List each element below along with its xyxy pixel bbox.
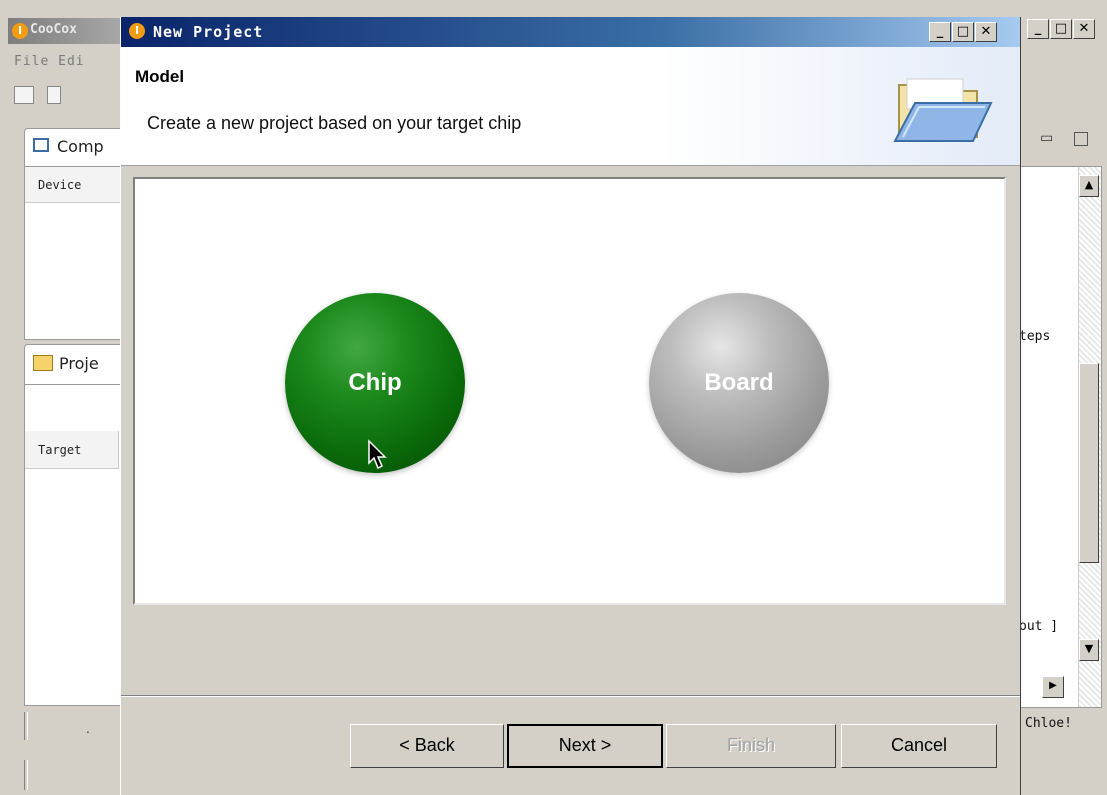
scroll-up-arrow-icon[interactable]: ▲ <box>1079 175 1099 197</box>
finish-button[interactable]: Finish <box>666 724 836 768</box>
scrollbar-thumb[interactable] <box>1079 363 1099 563</box>
dialog-title: New Project <box>153 23 264 41</box>
new-project-dialog: I New Project _ □ ✕ Model Create a new p… <box>120 17 1021 795</box>
main-window-title: CooCox <box>30 22 77 37</box>
scroll-down-arrow-icon[interactable]: ▼ <box>1079 639 1099 661</box>
app-logo-icon: I <box>12 23 28 39</box>
target-column-header[interactable]: Target <box>25 431 119 469</box>
console-line-2: out ] <box>1019 619 1059 634</box>
dialog-minimize-button[interactable]: _ <box>929 22 951 42</box>
output-panel: ▲ ▼ teps out ] <box>1019 166 1102 708</box>
main-toolbar <box>14 86 69 108</box>
status-divider <box>24 712 28 740</box>
scroll-right-arrow-icon[interactable]: ▶ <box>1042 676 1064 698</box>
tab-components[interactable]: Comp <box>24 128 126 167</box>
main-menu-bar[interactable]: File Edi <box>14 54 85 69</box>
wizard-page-description: Create a new project based on your targe… <box>147 113 522 133</box>
main-maximize-button[interactable]: □ <box>1050 19 1072 39</box>
board-option-button[interactable]: Board <box>649 293 829 473</box>
dialog-titlebar[interactable]: I New Project _ □ ✕ <box>121 17 1020 47</box>
dialog-maximize-button[interactable]: □ <box>952 22 974 42</box>
device-column-header[interactable]: Device <box>25 167 125 203</box>
components-panel: Device <box>24 166 126 340</box>
main-close-button[interactable]: ✕ <box>1073 19 1095 39</box>
model-selection-area: Chip Board <box>133 177 1006 605</box>
tab-project[interactable]: Proje <box>24 344 126 385</box>
dialog-logo-icon: I <box>129 23 145 39</box>
project-tab-label: Proje <box>59 354 99 373</box>
status-divider-2 <box>24 760 28 790</box>
button-bar-separator <box>121 695 1020 697</box>
mouse-cursor-icon <box>368 439 387 470</box>
back-button[interactable]: < Back <box>350 724 504 768</box>
console-line-3: Chloe! <box>1025 716 1072 731</box>
next-button[interactable]: Next > <box>507 724 663 768</box>
new-file-icon[interactable] <box>14 86 34 104</box>
dialog-close-button[interactable]: ✕ <box>975 22 997 42</box>
document-icon[interactable] <box>47 86 62 104</box>
project-panel: Target <box>24 384 126 706</box>
window-icon <box>33 138 49 152</box>
components-tab-label: Comp <box>57 137 104 156</box>
cancel-button[interactable]: Cancel <box>841 724 997 768</box>
chip-option-label: Chip <box>348 369 402 396</box>
status-text: . <box>86 722 90 736</box>
project-folder-icon <box>33 355 53 371</box>
console-line-1: teps <box>1019 329 1051 344</box>
wizard-page-title: Model <box>135 67 185 86</box>
folder-icon <box>893 78 993 142</box>
minimize-view-icon[interactable]: ▭ <box>1040 130 1053 146</box>
wizard-header: Model Create a new project based on your… <box>121 47 1020 166</box>
board-option-label: Board <box>704 369 774 396</box>
maximize-view-icon[interactable] <box>1074 132 1088 146</box>
main-minimize-button[interactable]: _ <box>1027 19 1049 39</box>
vertical-scrollbar[interactable]: ▲ ▼ <box>1078 167 1101 707</box>
